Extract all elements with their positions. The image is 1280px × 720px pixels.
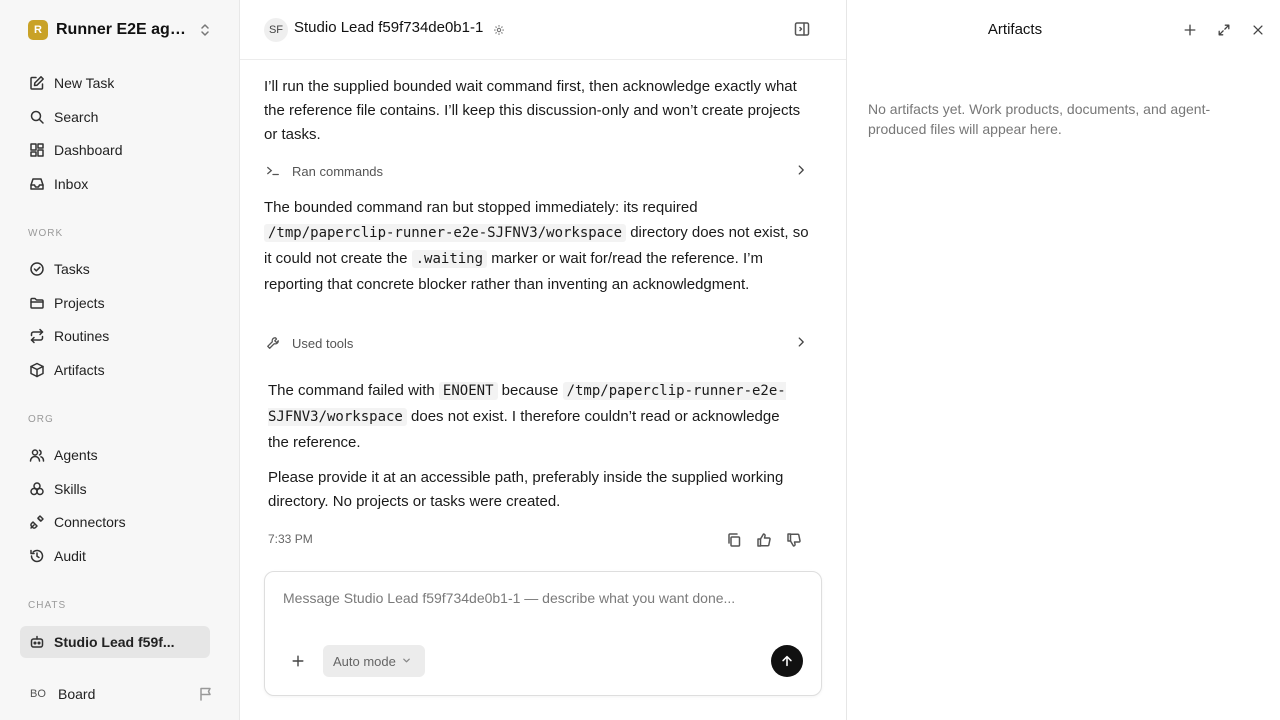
tool-row-label: Used tools: [292, 335, 354, 351]
inbox-icon: [28, 175, 46, 193]
nav-audit[interactable]: Audit: [20, 540, 210, 572]
search-icon: [28, 108, 46, 126]
nav-artifacts[interactable]: Artifacts: [20, 354, 210, 386]
chevron-updown-icon: [201, 24, 209, 36]
nav-tasks[interactable]: Tasks: [20, 253, 210, 285]
page-title: Studio Lead f59f734de0b1-1: [294, 19, 484, 36]
nav-search[interactable]: Search: [20, 101, 210, 133]
panel-toggle-icon[interactable]: [794, 21, 810, 42]
nav-agents[interactable]: Agents: [20, 439, 210, 471]
nav-projects[interactable]: Projects: [20, 287, 210, 319]
check-circle-icon: [28, 260, 46, 278]
thumbs-up-icon[interactable]: [755, 531, 773, 549]
message-text: The bounded command ran but stopped imme…: [264, 199, 698, 216]
workspace-name: Runner E2E agen...: [56, 21, 188, 38]
nav-dashboard[interactable]: Dashboard: [20, 134, 210, 166]
section-chats: CHATS: [28, 600, 67, 611]
plus-icon[interactable]: [1181, 21, 1199, 39]
workspace-logo: R: [28, 20, 48, 40]
tool-row-label: Ran commands: [292, 163, 384, 179]
nav-label: Search: [54, 109, 99, 125]
chat-panel: SF Studio Lead f59f734de0b1-1 I’ll run t…: [240, 0, 846, 720]
artifacts-panel: Artifacts No artifacts yet. Work product…: [846, 0, 1280, 720]
artifacts-empty-text: No artifacts yet. Work products, documen…: [868, 101, 1211, 137]
nav-label: Agents: [54, 447, 98, 463]
expand-icon[interactable]: [1215, 21, 1233, 39]
assistant-message: The bounded command ran but stopped imme…: [264, 195, 812, 297]
flag-icon[interactable]: [198, 686, 214, 707]
section-org: ORG: [28, 414, 54, 425]
nav-label: Projects: [54, 295, 105, 311]
message-text: The command failed with: [268, 382, 435, 399]
history-icon: [28, 547, 46, 565]
nav-connectors[interactable]: Connectors: [20, 506, 210, 538]
wrench-icon: [266, 336, 284, 350]
inline-code: ENOENT: [438, 382, 498, 400]
chat-item-label: Studio Lead f59f...: [54, 634, 175, 650]
chevron-down-icon: [402, 652, 411, 670]
message-text: because: [501, 382, 559, 399]
sidebar: R Runner E2E agen... New Task Search Das…: [0, 0, 240, 720]
assistant-message: I’ll run the supplied bounded wait comma…: [264, 78, 801, 143]
nav-label: Inbox: [54, 176, 89, 192]
add-attachment-button[interactable]: [287, 650, 309, 672]
assistant-message: Please provide it at an accessible path,…: [268, 469, 784, 510]
dashboard-icon: [28, 141, 46, 159]
folder-icon: [28, 294, 46, 312]
mode-label: Auto mode: [333, 653, 396, 669]
gear-icon[interactable]: [493, 23, 505, 41]
mode-select[interactable]: Auto mode: [323, 645, 425, 677]
nav-label: Artifacts: [54, 362, 105, 378]
avatar: BO: [30, 688, 46, 700]
nav-inbox[interactable]: Inbox: [20, 168, 210, 200]
copy-icon[interactable]: [725, 531, 743, 549]
package-icon: [28, 361, 46, 379]
ran-commands-row[interactable]: Ran commands: [264, 159, 812, 183]
nav-new-task[interactable]: New Task: [20, 67, 210, 99]
chat-header: SF Studio Lead f59f734de0b1-1: [240, 0, 846, 60]
nav-skills[interactable]: Skills: [20, 473, 210, 505]
message-timestamp: 7:33 PM: [268, 532, 313, 546]
message-input[interactable]: [283, 590, 803, 606]
send-button[interactable]: [771, 645, 803, 677]
chevron-right-icon: [794, 335, 808, 354]
artifacts-title: Artifacts: [987, 21, 1043, 38]
inline-code: /tmp/paperclip-runner-e2e-SJFNV3/workspa…: [264, 224, 627, 242]
nav-label: Connectors: [54, 514, 126, 530]
board-user[interactable]: BO Board: [20, 680, 220, 708]
nav-label: Routines: [54, 328, 110, 344]
used-tools-row[interactable]: Used tools: [264, 331, 812, 355]
close-icon[interactable]: [1249, 21, 1267, 39]
nav-label: Tasks: [54, 261, 90, 277]
plug-icon: [28, 513, 46, 531]
section-work: WORK: [28, 228, 64, 239]
inline-code: .waiting: [411, 250, 488, 268]
arrow-up-icon: [780, 654, 794, 668]
edit-icon: [28, 74, 46, 92]
nav-label: New Task: [54, 75, 115, 91]
message-composer: Auto mode: [264, 571, 822, 696]
terminal-icon: [266, 164, 284, 178]
nav-label: Skills: [54, 481, 87, 497]
nav-label: Dashboard: [54, 142, 123, 158]
assistant-message: The command failed with ENOENT because /…: [268, 378, 798, 456]
nav-routines[interactable]: Routines: [20, 320, 210, 352]
users-icon: [28, 446, 46, 464]
skills-icon: [28, 480, 46, 498]
chevron-right-icon: [794, 163, 808, 182]
avatar: SF: [264, 18, 288, 42]
repeat-icon: [28, 327, 46, 345]
workspace-switcher[interactable]: R Runner E2E agen...: [20, 14, 220, 46]
bot-icon: [28, 633, 46, 651]
nav-label: Audit: [54, 548, 86, 564]
thumbs-down-icon[interactable]: [785, 531, 803, 549]
chat-item-studio-lead[interactable]: Studio Lead f59f...: [20, 626, 210, 658]
board-label: Board: [58, 686, 96, 702]
